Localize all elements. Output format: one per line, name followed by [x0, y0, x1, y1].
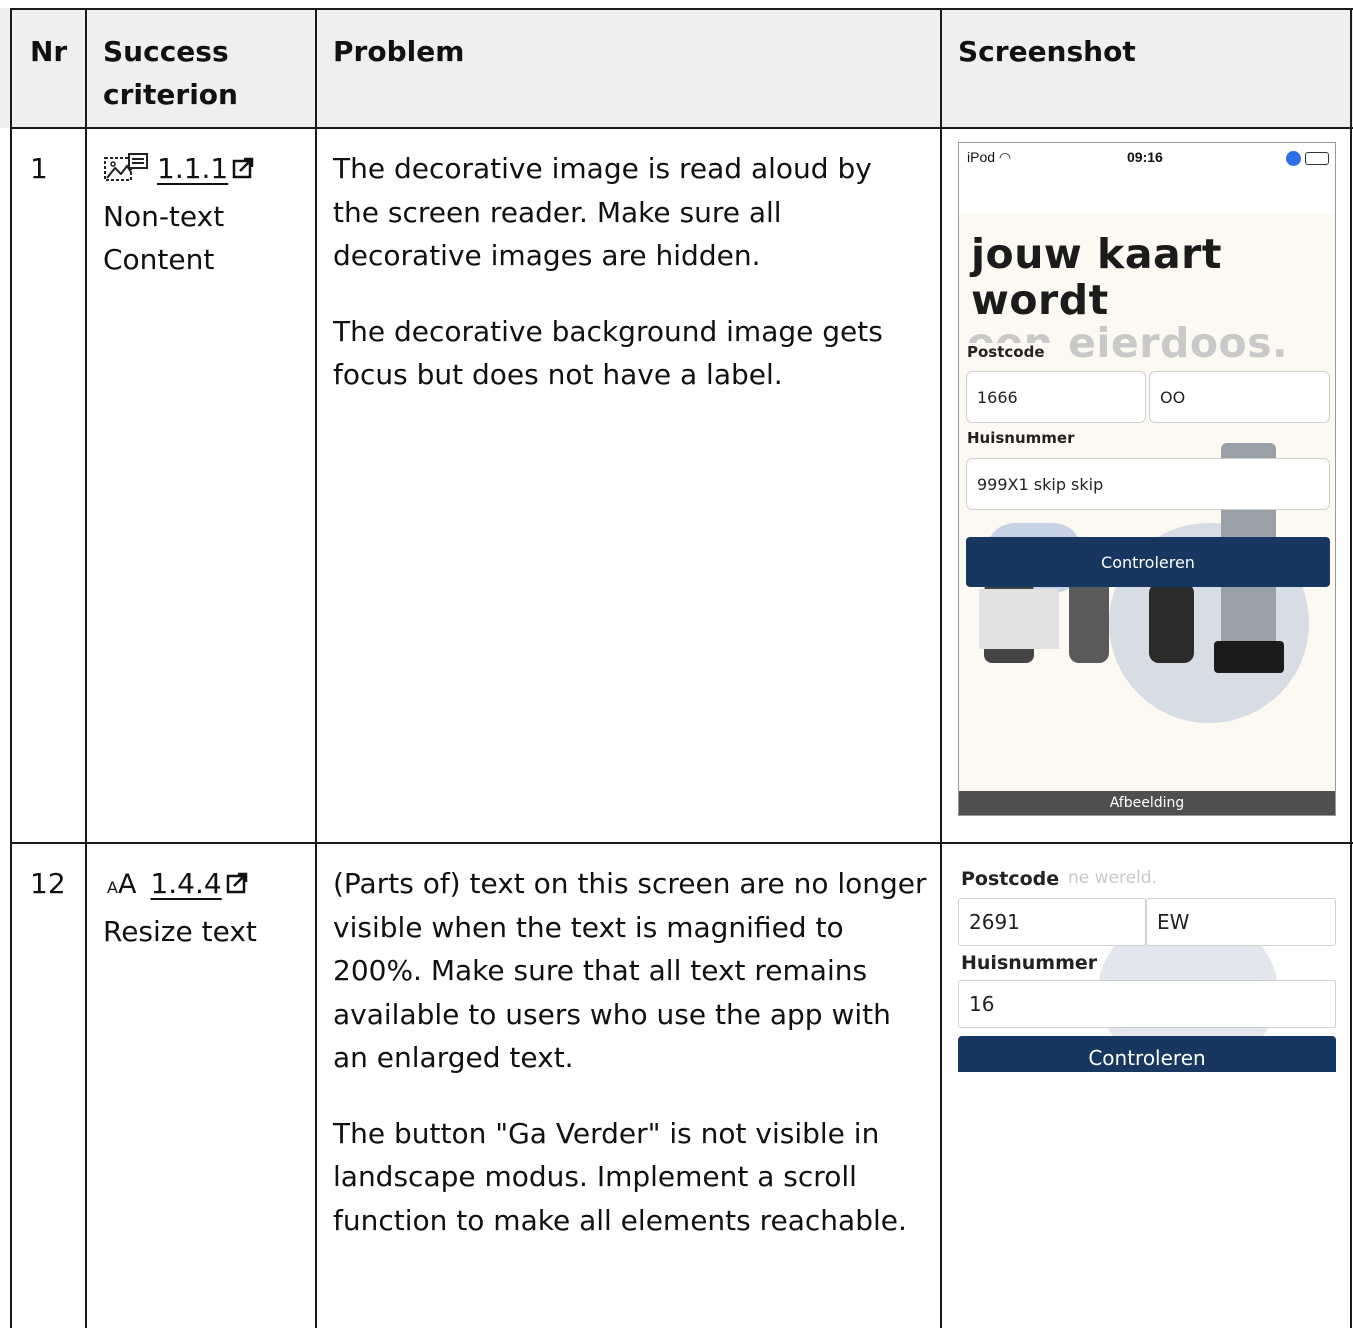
status-icons — [1286, 149, 1329, 166]
bin-base — [1214, 641, 1284, 673]
criterion-code: 1.1.1 — [157, 152, 229, 185]
device-name: iPod ◠ — [967, 149, 1012, 165]
housenumber-input[interactable]: 16 — [958, 980, 1336, 1028]
battery-icon — [1305, 151, 1329, 165]
criterion-link-1-1-1[interactable]: 1.1.1 — [157, 152, 255, 185]
postcode-digits-input[interactable]: 1666 — [966, 371, 1146, 423]
header-nr: Nr — [30, 35, 68, 68]
header-screenshot: Screenshot — [958, 35, 1136, 68]
wifi-icon: ◠ — [998, 149, 1012, 165]
external-link-icon — [225, 864, 249, 908]
status-bar: iPod ◠ 09:16 — [959, 143, 1335, 173]
grid-line — [940, 8, 942, 1328]
postcode-label: Postcode — [961, 868, 1060, 890]
criterion-name: Resize text — [103, 914, 257, 948]
grid-line — [85, 8, 87, 1328]
grid-line — [10, 127, 1353, 129]
postcode-letters-input[interactable]: OO — [1149, 371, 1330, 423]
status-time: 09:16 — [1127, 149, 1163, 165]
text-resize-icon: AA — [107, 869, 137, 900]
housenumber-label: Huisnummer — [967, 429, 1075, 447]
grid-line — [10, 8, 1353, 10]
problem-paragraph: The button "Ga Verder" is not visible in… — [333, 1116, 907, 1237]
controleren-button[interactable]: Controleren — [958, 1036, 1336, 1072]
criterion-code: 1.4.4 — [150, 867, 222, 900]
postcode-label: Postcode — [967, 343, 1051, 361]
grid-line — [10, 8, 12, 1328]
voiceover-caption: Afbeelding — [959, 791, 1335, 815]
row-1-criterion: 1.1.1 Non-text Content — [103, 147, 303, 282]
image-text-icon — [103, 151, 149, 195]
hero-title: jouw kaart wordt — [971, 230, 1222, 324]
app-screenshot-2: ne wereld. Postcode 2691 EW Huisnummer 1… — [958, 862, 1336, 1072]
problem-paragraph: (Parts of) text on this screen are no lo… — [333, 867, 927, 1074]
row-2-problem: (Parts of) text on this screen are no lo… — [333, 862, 928, 1274]
postcode-digits-input[interactable]: 2691 — [958, 898, 1146, 946]
housenumber-label: Huisnummer — [961, 952, 1098, 974]
header-success-criterion: Success criterion — [103, 35, 238, 111]
row-2-criterion: AA 1.4.4 Resize text — [103, 862, 303, 953]
grid-line — [1350, 8, 1352, 1328]
problem-paragraph: The decorative image is read aloud by th… — [333, 152, 872, 272]
grid-line — [315, 8, 317, 1328]
row-2-nr: 12 — [30, 867, 66, 900]
external-link-icon — [231, 149, 255, 193]
obscured-text: ne wereld. — [1068, 868, 1157, 888]
grid-line — [10, 842, 1353, 844]
microphone-icon — [1286, 150, 1302, 166]
row-1-problem: The decorative image is read aloud by th… — [333, 147, 923, 429]
header-problem: Problem — [333, 35, 465, 68]
row-1-nr: 1 — [30, 152, 48, 185]
criterion-name: Non-text Content — [103, 199, 225, 277]
problem-paragraph: The decorative background image gets foc… — [333, 314, 883, 392]
criterion-link-1-4-4[interactable]: 1.4.4 — [150, 867, 248, 900]
paper-stack — [979, 589, 1059, 649]
person-silhouette — [1149, 583, 1194, 663]
postcode-letters-input[interactable]: EW — [1146, 898, 1336, 946]
controleren-button[interactable]: Controleren — [966, 537, 1330, 587]
app-screenshot-1: iPod ◠ 09:16 jouw kaart wordt een eierdo… — [958, 142, 1336, 816]
housenumber-input[interactable]: 999X1 skip skip — [966, 458, 1330, 510]
